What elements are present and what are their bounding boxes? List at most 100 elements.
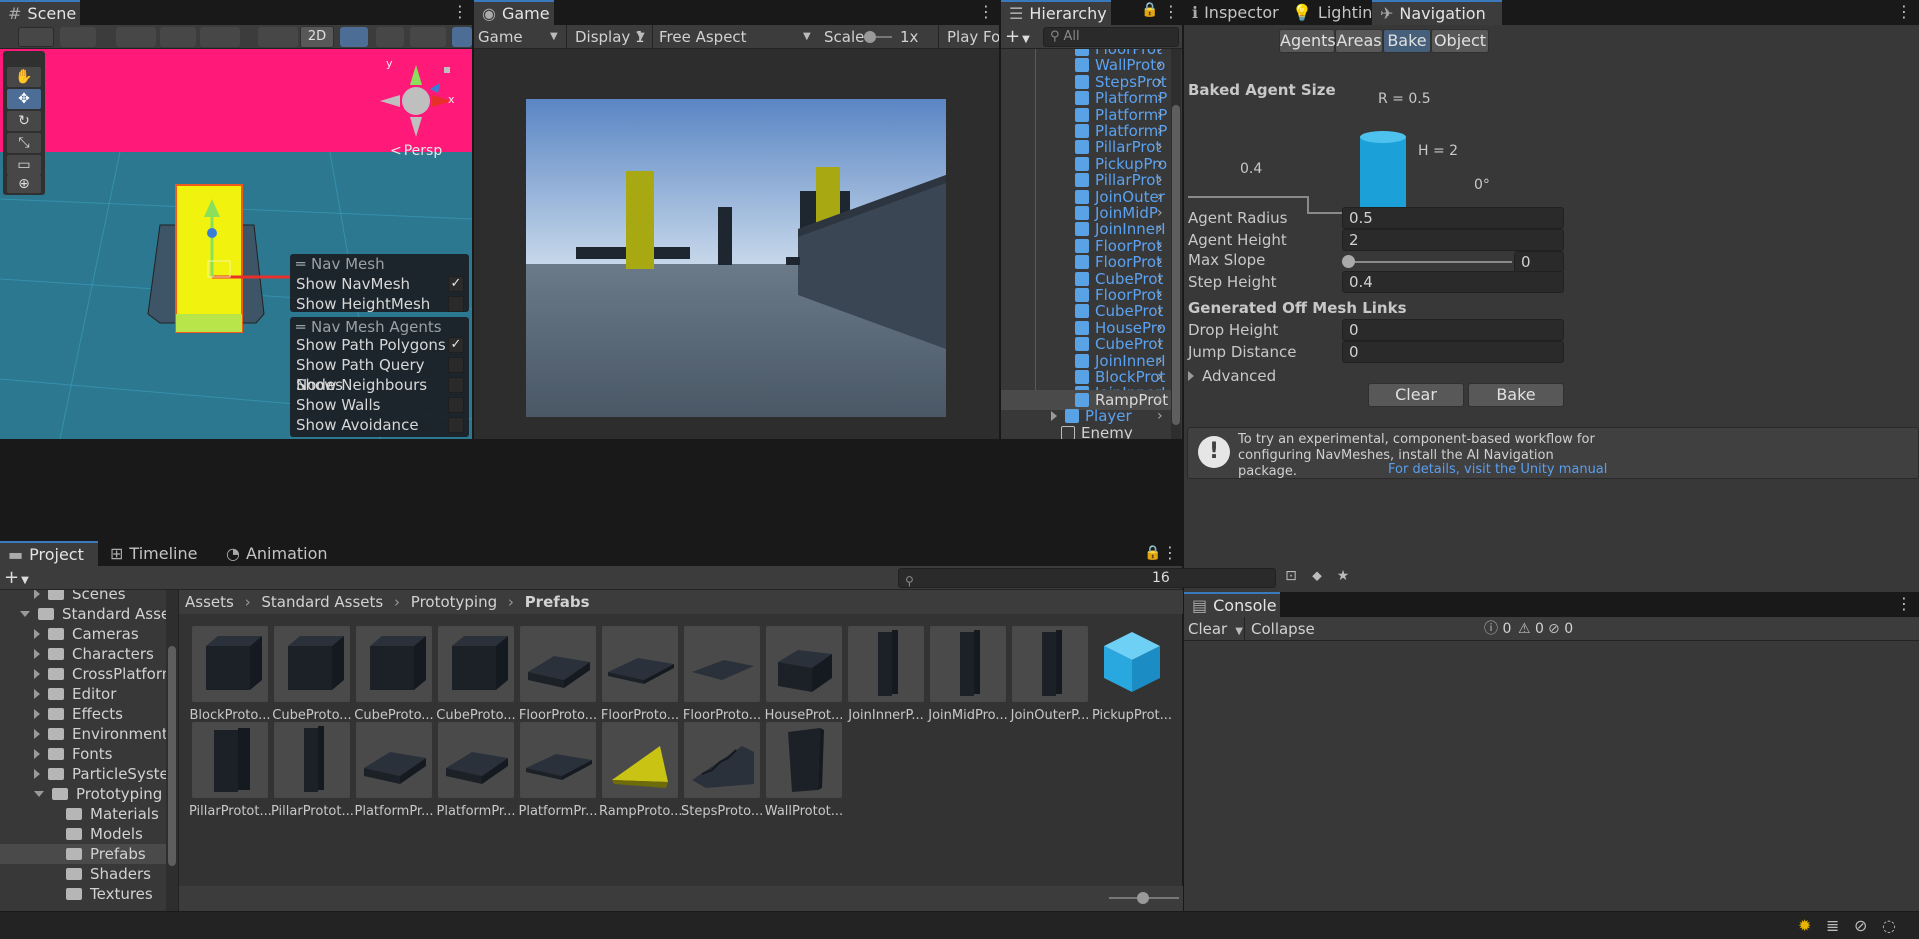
hierarchy-scrollbar-thumb[interactable] bbox=[1172, 105, 1180, 425]
breadcrumb-standard-assets[interactable]: Standard Assets bbox=[261, 593, 383, 611]
collapsed-arrow-icon[interactable] bbox=[34, 669, 40, 679]
shading-icon[interactable] bbox=[258, 27, 298, 47]
lighting-icon[interactable] bbox=[340, 27, 368, 47]
console-clear-dropdown[interactable]: Clear ▼ bbox=[1188, 617, 1243, 641]
folder-tree-item[interactable]: Cameras bbox=[0, 624, 166, 644]
lock-icon[interactable]: 🔒 bbox=[1141, 2, 1158, 18]
folder-tree-item[interactable]: ParticleSystems bbox=[0, 764, 178, 784]
expanded-arrow-icon[interactable] bbox=[34, 791, 44, 797]
hierarchy-item-enemy[interactable]: Enemy bbox=[1061, 423, 1182, 439]
persp-label[interactable]: < Persp bbox=[390, 143, 442, 159]
project-lock-icon[interactable]: 🔒 bbox=[1144, 545, 1161, 561]
game-menu-icon[interactable]: ⋮ bbox=[978, 2, 994, 22]
hand-tool-icon[interactable]: ✋ bbox=[7, 67, 41, 87]
search-by-type-icon[interactable]: ⊡ bbox=[1282, 568, 1300, 588]
console-error-toggle[interactable]: ⊘ 0 bbox=[1548, 617, 1573, 641]
tab-console[interactable]: ▤ Console bbox=[1184, 592, 1280, 617]
show-walls-checkbox[interactable] bbox=[448, 397, 464, 413]
clear-navmesh-button[interactable]: Clear bbox=[1368, 383, 1464, 407]
max-slope-field[interactable]: 0 bbox=[1514, 251, 1564, 273]
asset-tile[interactable]: PlatformPr... bbox=[435, 722, 517, 819]
scene-viewport[interactable]: ✋ ✥ ↻ ⤡ ▭ ⊕ y x < Persp ═ Nav Mesh Show Na… bbox=[0, 49, 472, 439]
auto-generate-lighting-icon[interactable]: ✹ bbox=[1798, 916, 1818, 936]
asset-tile[interactable]: PlatformPr... bbox=[353, 722, 435, 819]
step-height-field[interactable]: 0.4 bbox=[1342, 271, 1564, 293]
thumbnail-size-slider-thumb[interactable] bbox=[1137, 892, 1149, 904]
asset-tile[interactable]: BlockProto... bbox=[189, 626, 271, 723]
agent-height-field[interactable]: 2 bbox=[1342, 229, 1564, 251]
breadcrumb-assets[interactable]: Assets bbox=[185, 593, 234, 611]
move-tool-icon[interactable]: ✥ bbox=[7, 89, 41, 109]
asset-tile[interactable]: PillarProtot... bbox=[271, 722, 354, 819]
folder-tree-item[interactable]: Effects bbox=[0, 704, 166, 724]
aspect-dropdown[interactable]: Free Aspect ▼ bbox=[652, 25, 816, 49]
folder-tree-item[interactable]: Editor bbox=[0, 684, 166, 704]
folder-tree-item[interactable]: Shaders bbox=[0, 864, 166, 884]
game-mode-dropdown[interactable]: Game ▼ bbox=[474, 25, 564, 49]
asset-tile[interactable]: CubeProto... bbox=[435, 626, 517, 723]
inspector-menu-icon[interactable]: ⋮ bbox=[1896, 2, 1912, 22]
grid-icon[interactable] bbox=[160, 27, 196, 47]
tab-project[interactable]: ▬ Project bbox=[0, 541, 98, 566]
console-info-toggle[interactable]: ⓘ 0 bbox=[1484, 617, 1511, 641]
max-slope-slider-thumb[interactable] bbox=[1342, 255, 1355, 268]
breadcrumb-prefabs[interactable]: Prefabs bbox=[525, 593, 590, 611]
tab-scene[interactable]: # Scene bbox=[0, 0, 80, 25]
max-slope-slider-track[interactable] bbox=[1348, 261, 1512, 263]
collapsed-arrow-icon[interactable] bbox=[34, 729, 40, 739]
favorites-icon[interactable]: ★ bbox=[1334, 568, 1352, 588]
project-search-input[interactable]: ⚲ bbox=[898, 568, 1276, 588]
console-menu-icon[interactable]: ⋮ bbox=[1896, 594, 1912, 614]
visibility-icon[interactable] bbox=[452, 27, 472, 47]
folder-tree-item[interactable]: Prefabs bbox=[0, 844, 166, 864]
scene-gizmo[interactable] bbox=[380, 55, 472, 145]
asset-tile[interactable]: RampProto... bbox=[599, 722, 682, 819]
asset-tile[interactable]: PlatformPr... bbox=[517, 722, 599, 819]
folder-tree-item[interactable]: Materials bbox=[0, 804, 166, 824]
tab-navigation[interactable]: ✈ Navigation bbox=[1372, 0, 1502, 25]
breadcrumb-prototyping[interactable]: Prototyping bbox=[411, 593, 497, 611]
console-collapse-toggle[interactable]: Collapse bbox=[1244, 617, 1315, 641]
tab-animation[interactable]: ◔ Animation bbox=[218, 541, 328, 566]
tab-inspector[interactable]: ℹ Inspector bbox=[1184, 0, 1282, 25]
nav-subtab-bake[interactable]: Bake bbox=[1383, 29, 1431, 53]
debug-mode-icon[interactable]: ⊘ bbox=[1854, 916, 1874, 936]
nav-subtab-agents[interactable]: Agents bbox=[1279, 29, 1336, 53]
drop-height-field[interactable]: 0 bbox=[1342, 319, 1564, 341]
hierarchy-search-input[interactable]: ⚲ All bbox=[1043, 27, 1179, 47]
expand-arrow-icon[interactable] bbox=[1051, 411, 1057, 421]
folder-tree-item[interactable]: Prototyping bbox=[0, 784, 166, 804]
asset-tile[interactable]: FloorProto... bbox=[681, 626, 763, 723]
tab-lighting[interactable]: 💡 Lighting bbox=[1284, 0, 1383, 25]
show-heightmesh-checkbox[interactable] bbox=[448, 296, 464, 312]
tab-game[interactable]: ◉ Game bbox=[474, 0, 554, 25]
folder-tree-item[interactable]: Standard Assets bbox=[0, 604, 178, 624]
grid-snap-icon[interactable] bbox=[116, 27, 156, 47]
nav-subtab-areas[interactable]: Areas bbox=[1335, 29, 1383, 53]
increment-snap-icon[interactable] bbox=[200, 27, 240, 47]
asset-tile[interactable]: FloorProto... bbox=[517, 626, 599, 723]
globe-icon[interactable] bbox=[60, 27, 96, 47]
search-by-label-icon[interactable]: ⬥ bbox=[1308, 568, 1326, 588]
folder-tree-item[interactable]: CrossPlatformInp bbox=[0, 664, 178, 684]
show-avoidance-checkbox[interactable] bbox=[448, 417, 464, 433]
collapsed-arrow-icon[interactable] bbox=[34, 689, 40, 699]
jump-distance-field[interactable]: 0 bbox=[1342, 341, 1564, 363]
folder-tree-item[interactable]: Scenes bbox=[0, 590, 166, 604]
collapsed-arrow-icon[interactable] bbox=[34, 629, 40, 639]
asset-tile[interactable]: JoinInnerP... bbox=[845, 626, 927, 723]
folder-tree-item[interactable]: Models bbox=[0, 824, 166, 844]
tree-scrollbar[interactable] bbox=[166, 590, 178, 911]
folder-tree-item[interactable]: Textures bbox=[0, 884, 166, 904]
progress-icon[interactable]: ◌ bbox=[1882, 916, 1902, 936]
folder-tree-item[interactable]: Environment bbox=[0, 724, 168, 744]
collapsed-arrow-icon[interactable] bbox=[34, 769, 40, 779]
toggle-2d-button[interactable]: 2D bbox=[300, 26, 334, 48]
expanded-arrow-icon[interactable] bbox=[20, 611, 30, 617]
rect-tool-icon[interactable]: ▭ bbox=[7, 155, 41, 175]
hidden-packages-toggle[interactable]: 16 bbox=[1152, 566, 1182, 590]
tree-scrollbar-thumb[interactable] bbox=[168, 646, 176, 866]
console-warning-toggle[interactable]: ⚠ 0 bbox=[1518, 617, 1544, 641]
project-menu-icon[interactable]: ⋮ bbox=[1162, 543, 1178, 563]
hierarchy-scrollbar[interactable] bbox=[1171, 49, 1181, 439]
